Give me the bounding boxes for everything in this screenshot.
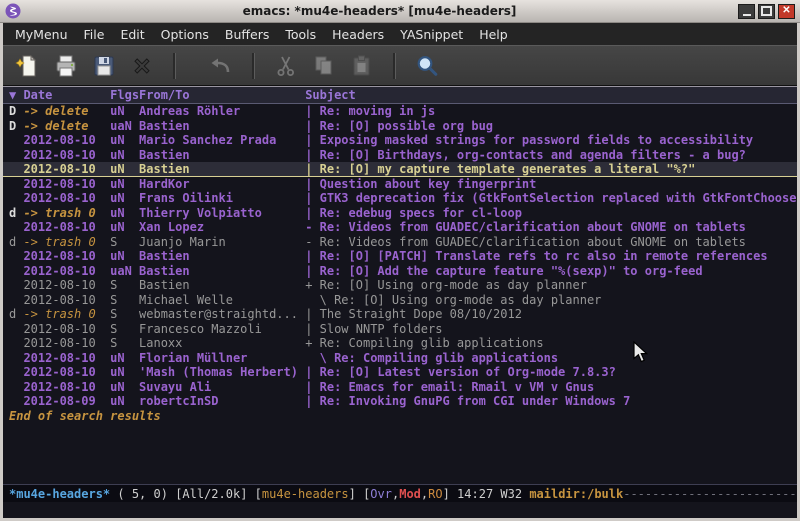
message-row[interactable]: 2012-08-09uNrobertcInSD| Re: Invoking Gn… — [3, 394, 797, 409]
window-controls — [738, 4, 795, 19]
titlebar[interactable]: emacs: *mu4e-headers* [mu4e-headers] — [0, 0, 800, 23]
header-line: ▼ DateFlgsFrom/ToSubject — [3, 87, 797, 104]
menu-yasnippet[interactable]: YASnippet — [392, 24, 471, 45]
message-row[interactable]: 2012-08-10uNXan Lopez- Re: Videos from G… — [3, 220, 797, 235]
save-icon — [91, 53, 117, 79]
message-row[interactable]: 2012-08-10uNFrans Oilinki| GTK3 deprecat… — [3, 191, 797, 206]
column-header-subject[interactable]: Subject — [305, 87, 356, 103]
paste-button[interactable] — [345, 50, 379, 82]
column-header-from[interactable]: From/To — [139, 87, 305, 103]
modeline-segment-plain: , — [421, 487, 428, 501]
message-row[interactable]: 2012-08-10uNBastien| Re: [O] Birthdays, … — [3, 148, 797, 163]
new-file-icon — [15, 53, 41, 79]
modeline-segment-mode: mu4e-headers — [262, 487, 349, 501]
modeline-segment-plain: ] — [443, 487, 457, 501]
emacs-window: emacs: *mu4e-headers* [mu4e-headers] MyM… — [0, 0, 800, 521]
buffer: ▼ DateFlgsFrom/ToSubject D -> deleteuNAn… — [3, 86, 797, 518]
message-row[interactable]: 2012-08-10uNBastien| Re: [O] [PATCH] Tra… — [3, 249, 797, 264]
toolbar-separator — [252, 53, 255, 79]
save-button[interactable] — [87, 50, 121, 82]
copy-button[interactable] — [307, 50, 341, 82]
cut-icon — [273, 53, 299, 79]
modeline-segment-mod: Mod — [399, 487, 421, 501]
modeline-segment-dir: maildir:/bulk — [529, 487, 623, 501]
menu-options[interactable]: Options — [153, 24, 217, 45]
modeline-segment-plain: ] — [349, 487, 363, 501]
message-row[interactable]: 2012-08-10uNHardKor| Question about key … — [3, 177, 797, 192]
modeline-segment-buffer-name: *mu4e-headers* — [9, 487, 110, 501]
modeline-segment-dashes: ----------------------------------------… — [623, 487, 797, 501]
close-buffer-button[interactable] — [125, 50, 159, 82]
emacs-icon — [5, 3, 21, 19]
modeline-segment-plain: [ — [255, 487, 262, 501]
message-row[interactable]: 2012-08-10SMichael Welle \ Re: [O] Using… — [3, 293, 797, 308]
modeline-segment-plain: W32 — [500, 487, 529, 501]
close-button[interactable] — [778, 4, 795, 19]
message-row[interactable]: 2012-08-10uNSuvayu Ali| Re: Emacs for em… — [3, 380, 797, 395]
menu-file[interactable]: File — [76, 24, 113, 45]
modeline-segment-ro: RO — [428, 487, 442, 501]
message-row[interactable]: d -> trash 0SJuanjo Marin- Re: Videos fr… — [3, 235, 797, 250]
paste-icon — [349, 53, 375, 79]
message-row[interactable]: d -> trash 0Swebmaster@straightd...| The… — [3, 307, 797, 322]
message-row[interactable]: 2012-08-10SLanoxx+ Re: Compiling glib ap… — [3, 336, 797, 351]
modeline-segment-plain: 14:27 — [457, 487, 500, 501]
toolbar-separator — [393, 53, 396, 79]
search-icon — [414, 53, 440, 79]
menu-buffers[interactable]: Buffers — [217, 24, 277, 45]
toolbar-separator — [173, 53, 176, 79]
message-row[interactable]: 2012-08-10uNMario Sanchez Prada| Exposin… — [3, 133, 797, 148]
minimize-button[interactable] — [738, 4, 755, 19]
modeline-segment-ovr: Ovr — [370, 487, 392, 501]
close-icon — [129, 53, 155, 79]
modeline-segment-plain: ( 5, 0) — [110, 487, 175, 501]
column-header-date[interactable]: ▼ Date — [9, 87, 110, 103]
print-icon — [53, 53, 79, 79]
new-file-button[interactable] — [11, 50, 45, 82]
mode-line: *mu4e-headers* ( 5, 0) [All/2.0k] [mu4e-… — [3, 484, 797, 502]
menu-help[interactable]: Help — [471, 24, 516, 45]
undo-button[interactable] — [204, 50, 238, 82]
print-button[interactable] — [49, 50, 83, 82]
modeline-segment-plain: [All/2.0k] — [175, 487, 254, 501]
modeline-segment-plain: , — [392, 487, 399, 501]
message-row[interactable]: d -> trash 0uNThierry Volpiatto| Re: ede… — [3, 206, 797, 221]
window-title: emacs: *mu4e-headers* [mu4e-headers] — [21, 4, 738, 18]
frame-body: MyMenuFileEditOptionsBuffersToolsHeaders… — [3, 23, 797, 518]
echo-area — [3, 502, 797, 518]
toolbar — [3, 45, 797, 86]
copy-icon — [311, 53, 337, 79]
search-button[interactable] — [410, 50, 444, 82]
message-row[interactable]: 2012-08-10uNBastien| Re: [O] my capture … — [3, 162, 797, 177]
message-row[interactable]: 2012-08-10SFrancesco Mazzoli| Slow NNTP … — [3, 322, 797, 337]
maximize-button[interactable] — [758, 4, 775, 19]
message-row[interactable]: 2012-08-10uNFlorian Müllner \ Re: Compil… — [3, 351, 797, 366]
end-of-results: End of search results — [3, 409, 797, 424]
menu-bar: MyMenuFileEditOptionsBuffersToolsHeaders… — [3, 23, 797, 45]
message-row[interactable]: 2012-08-10SBastien+ Re: [O] Using org-mo… — [3, 278, 797, 293]
menu-headers[interactable]: Headers — [324, 24, 392, 45]
column-header-flags[interactable]: Flgs — [110, 87, 139, 103]
buffer-empty-space — [3, 423, 797, 484]
cut-button[interactable] — [269, 50, 303, 82]
modeline-segment-plain: [ — [363, 487, 370, 501]
message-row[interactable]: D -> deleteuaNBastien| Re: [O] possible … — [3, 119, 797, 134]
undo-icon — [208, 53, 234, 79]
message-row[interactable]: D -> deleteuNAndreas Röhler| Re: moving … — [3, 104, 797, 119]
message-row[interactable]: 2012-08-10uN'Mash (Thomas Herbert)| Re: … — [3, 365, 797, 380]
menu-edit[interactable]: Edit — [112, 24, 152, 45]
menu-tools[interactable]: Tools — [277, 24, 324, 45]
menu-mymenu[interactable]: MyMenu — [7, 24, 76, 45]
message-list: D -> deleteuNAndreas Röhler| Re: moving … — [3, 104, 797, 409]
message-row[interactable]: 2012-08-10uaNBastien| Re: [O] Add the ca… — [3, 264, 797, 279]
